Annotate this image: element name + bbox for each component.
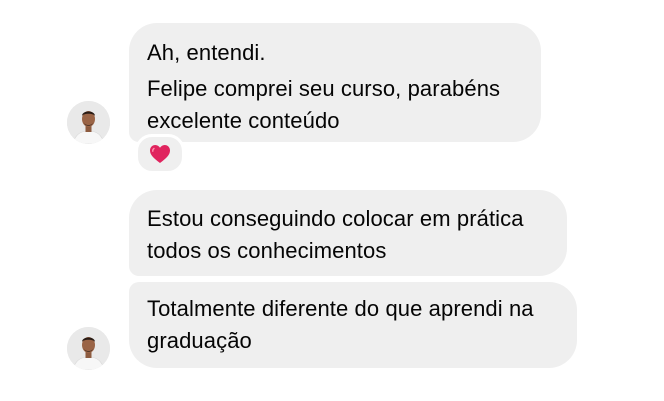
message-reaction[interactable] (135, 134, 185, 174)
message-text: todos os conhecimentos (147, 238, 387, 263)
message-bubble[interactable]: Estou conseguindo colocar em prática tod… (129, 190, 567, 276)
sender-avatar[interactable] (67, 327, 110, 370)
red-heart-icon (150, 145, 170, 163)
message-text: Felipe comprei seu curso, parabéns (147, 76, 501, 101)
message-bubble[interactable]: Totalmente diferente do que aprendi na g… (129, 282, 577, 368)
message-text: Estou conseguindo colocar em prática (147, 206, 524, 231)
sender-avatar[interactable] (67, 101, 110, 144)
message-text: excelente conteúdo (147, 108, 340, 133)
person-avatar-icon (67, 327, 110, 370)
person-avatar-icon (67, 101, 110, 144)
message-text: Totalmente diferente do que aprendi na (147, 296, 534, 321)
message-bubble[interactable]: Ah, entendi. Felipe comprei seu curso, p… (129, 23, 541, 142)
message-text: graduação (147, 328, 252, 353)
message-text: Ah, entendi. (147, 40, 266, 65)
